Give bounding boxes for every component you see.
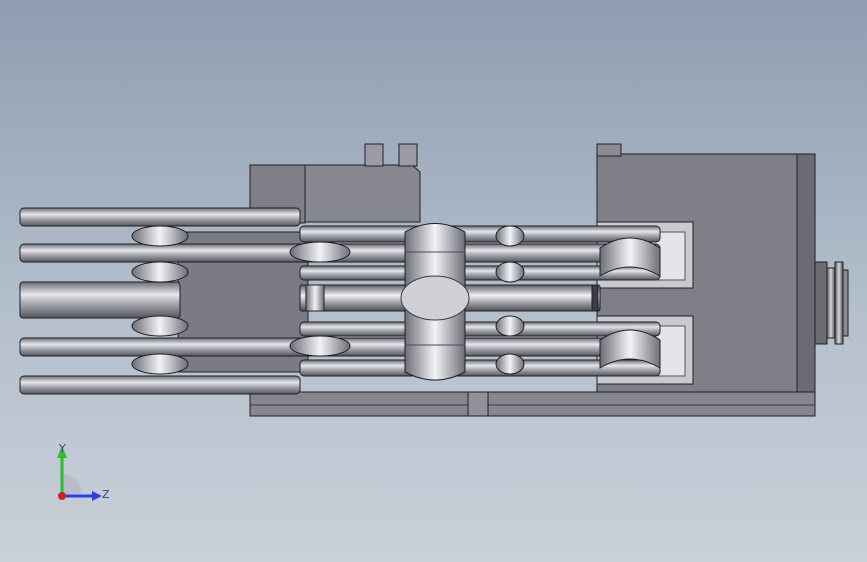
z-axis-label: Z bbox=[102, 488, 110, 501]
y-axis-label: Y bbox=[58, 442, 66, 455]
guide-rod[interactable] bbox=[19, 281, 181, 319]
axis-quadrant bbox=[62, 474, 82, 494]
base-plate[interactable] bbox=[249, 391, 816, 417]
cad-model[interactable] bbox=[0, 0, 867, 562]
guide-rod[interactable] bbox=[19, 375, 301, 395]
guide-rod[interactable] bbox=[299, 225, 661, 243]
end-knob[interactable] bbox=[814, 261, 849, 345]
3d-viewport[interactable]: Y Z bbox=[0, 0, 867, 562]
guide-rod[interactable] bbox=[19, 207, 301, 227]
z-axis-arrow bbox=[92, 491, 102, 501]
axis-triad: Y Z bbox=[57, 442, 110, 501]
pulley-wheel[interactable] bbox=[400, 223, 470, 381]
guide-rod[interactable] bbox=[299, 321, 661, 337]
x-axis-dot bbox=[58, 492, 66, 500]
